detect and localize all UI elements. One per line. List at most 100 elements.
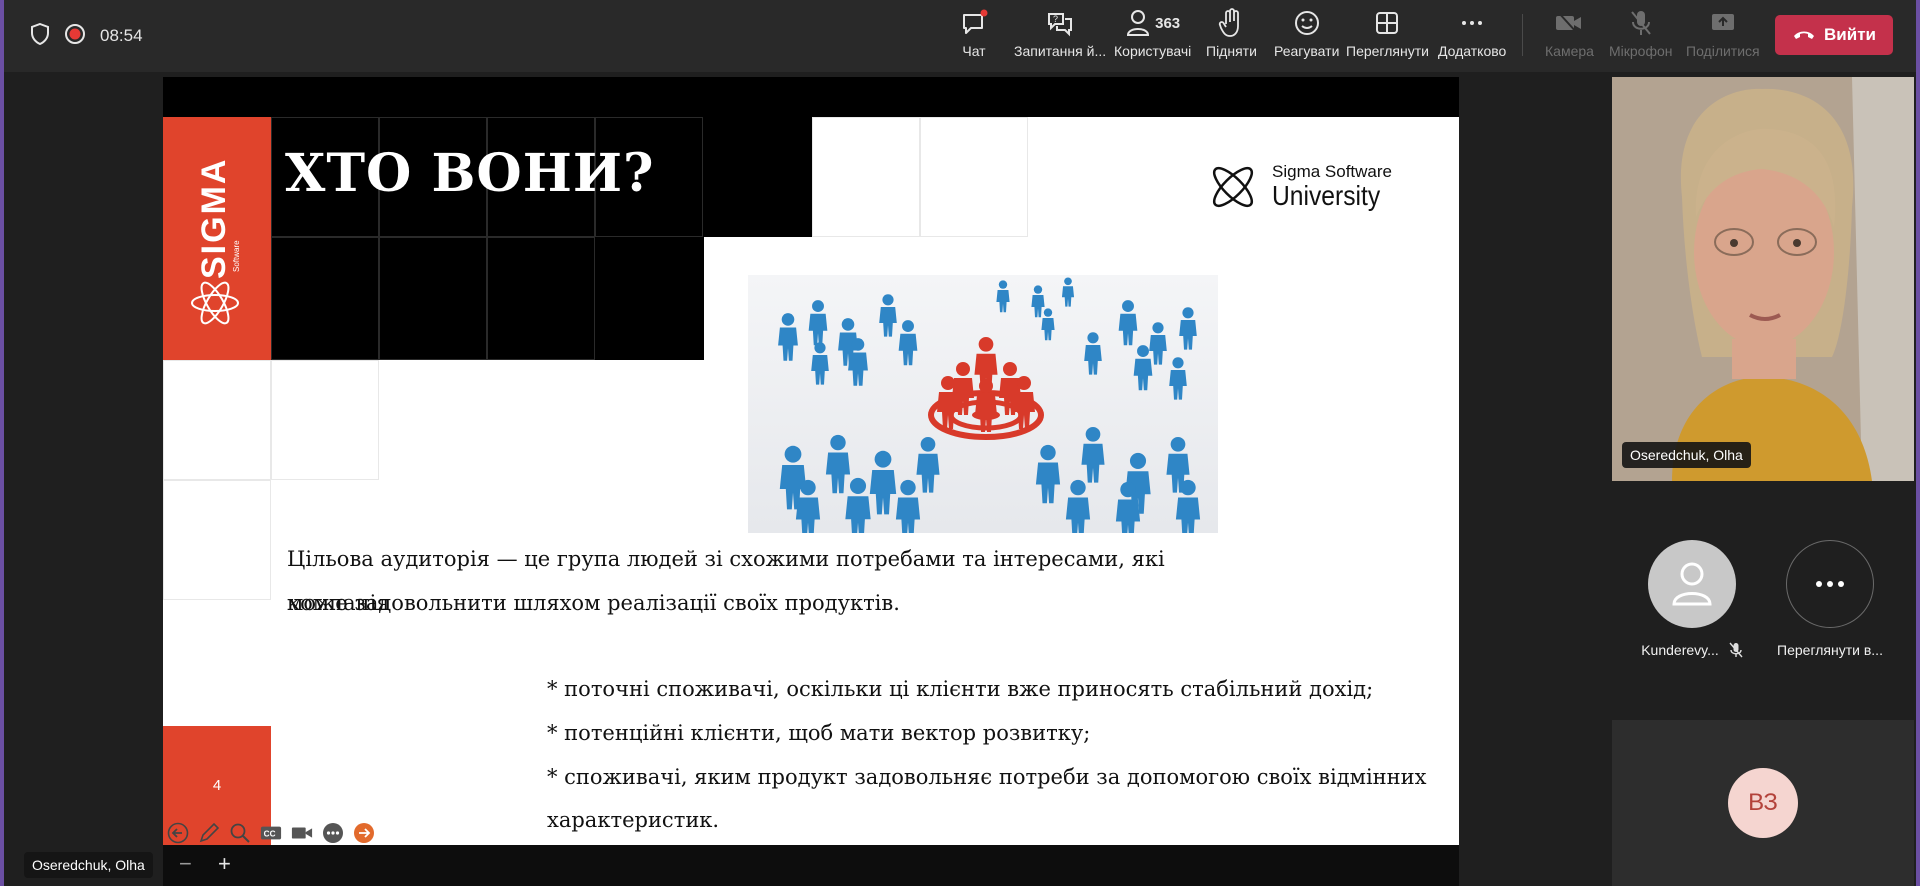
definition-line-2: може задовольнити шляхом реалізації свої…	[287, 591, 900, 615]
previous-slide-button[interactable]	[167, 822, 189, 844]
blue-person-figure	[895, 479, 921, 539]
presenter-name-tag: Oseredchuk, Olha	[24, 852, 153, 878]
camera-toggle-button[interactable]	[291, 822, 313, 844]
shared-screen-top-bar	[163, 77, 1459, 117]
more-circle-icon	[323, 823, 343, 843]
blue-person-figure	[1035, 444, 1061, 504]
share-button[interactable]: Поділитися	[1686, 6, 1760, 66]
bullet-3: * споживачі, яким продукт задовольняє по…	[547, 765, 1427, 789]
next-slide-button[interactable]	[353, 822, 375, 844]
more-options-button[interactable]	[322, 822, 344, 844]
phone-hangup-icon	[1794, 31, 1815, 39]
page-number: 4	[212, 777, 222, 794]
leave-button[interactable]: Вийти	[1775, 15, 1893, 55]
sigma-logo: SIGMA Software	[191, 158, 241, 325]
bullet-3-continued: характеристик.	[547, 808, 720, 832]
mic-muted-icon	[1729, 642, 1743, 658]
blue-person-figure	[1169, 357, 1187, 400]
university-logo: Sigma Software University	[1206, 160, 1395, 214]
share-icon	[1711, 14, 1734, 30]
svg-text:?: ?	[1053, 14, 1058, 24]
bullet-1: * поточні споживачі, оскільки ці клієнти…	[547, 677, 1374, 701]
participant-tile-1[interactable]: Kunderevy...	[1622, 540, 1762, 658]
chat-icon	[963, 9, 988, 34]
blue-person-figure	[1065, 479, 1091, 539]
more-button[interactable]: Додатково	[1438, 6, 1506, 66]
sigma-logo-panel: SIGMA Software	[163, 117, 271, 360]
smile-icon	[1294, 11, 1319, 35]
blue-person-figure	[898, 320, 918, 366]
view-button[interactable]: Переглянути	[1346, 6, 1429, 66]
meeting-toolbar: 08:54 Чат ? Запитання й... 363 Користува…	[4, 0, 1916, 72]
toolbar-divider	[1522, 14, 1523, 56]
zoom-in-button[interactable]: +	[218, 851, 231, 877]
zoom-out-button[interactable]: −	[179, 851, 192, 877]
blue-person-figure	[1041, 308, 1055, 341]
qa-icon: ?	[1048, 13, 1073, 37]
magnifier-icon	[230, 823, 250, 843]
blue-person-figure	[808, 300, 828, 346]
more-icon	[1462, 21, 1483, 25]
presentation-controls: CC	[163, 818, 375, 848]
blue-person-figure	[845, 477, 871, 539]
blue-person-figure	[1133, 345, 1153, 391]
bullet-2: * потенційні клієнти, щоб мати вектор ро…	[547, 721, 1091, 745]
camera-off-icon	[1556, 11, 1582, 35]
shared-screen-bottom-bar	[163, 845, 1459, 886]
meeting-status: 08:54	[30, 22, 143, 50]
people-icon	[1127, 10, 1150, 36]
slide-title: ХТО ВОНИ?	[285, 143, 655, 204]
zoom-button[interactable]	[229, 822, 251, 844]
pen-button[interactable]	[198, 822, 220, 844]
presenter-video-tile[interactable]: Oseredchuk, Olha	[1612, 77, 1914, 481]
atom-logo-icon	[1212, 166, 1254, 208]
react-button[interactable]: Реагувати	[1274, 6, 1339, 66]
captions-button[interactable]: CC	[260, 822, 282, 844]
blue-person-figure	[1081, 426, 1105, 483]
more-participants-button[interactable]	[1786, 540, 1874, 628]
blue-person-figure	[778, 313, 798, 361]
video-icon	[291, 827, 313, 839]
participant-initials-avatar: ВЗ	[1728, 768, 1798, 838]
qa-button[interactable]: ? Запитання й...	[1014, 6, 1106, 66]
blue-person-figure	[916, 436, 940, 493]
hand-icon	[1219, 8, 1240, 37]
presenter-video-image	[1612, 77, 1914, 481]
svg-text:CC: CC	[264, 830, 276, 839]
blue-person-figure	[1179, 307, 1197, 350]
blue-person-figure	[879, 294, 897, 337]
arrow-left-icon	[167, 822, 189, 844]
blue-person-figure	[1118, 300, 1138, 346]
blue-person-figure	[825, 434, 851, 494]
cc-icon: CC	[260, 826, 282, 840]
mic-off-icon	[1630, 11, 1651, 35]
blue-person-figure	[811, 342, 829, 385]
shield-icon[interactable]	[30, 22, 50, 49]
participant-name: Kunderevy...	[1641, 642, 1719, 658]
blue-person-figure	[869, 450, 897, 515]
camera-button[interactable]: Камера	[1545, 6, 1594, 66]
blue-person-figure	[996, 280, 1010, 313]
mic-button[interactable]: Мікрофон	[1609, 6, 1673, 66]
blue-person-figure	[1061, 277, 1075, 307]
chat-button[interactable]: Чат	[960, 6, 988, 66]
video-name-tag: Oseredchuk, Olha	[1622, 442, 1751, 468]
view-all-label: Переглянути в...	[1777, 642, 1883, 658]
recording-icon	[64, 23, 86, 49]
pen-icon	[199, 822, 220, 843]
avatar	[1648, 540, 1736, 628]
raise-hand-button[interactable]: Підняти	[1206, 6, 1257, 66]
blue-person-figure	[1084, 332, 1102, 375]
person-icon	[1672, 562, 1712, 606]
view-all-participants[interactable]: Переглянути в...	[1760, 540, 1900, 658]
svg-text:Software: Software	[232, 240, 241, 272]
people-button[interactable]: 363 Користувачі	[1114, 6, 1191, 66]
grid-icon	[1376, 12, 1399, 34]
meeting-timer: 08:54	[100, 26, 143, 45]
blue-person-figure	[1031, 285, 1045, 318]
more-icon	[1816, 581, 1844, 587]
blue-person-figure	[1149, 322, 1167, 365]
target-audience-illustration	[748, 275, 1218, 541]
presentation-slide: SIGMA Software ХТО ВОНИ? Sigma Software …	[163, 117, 1459, 845]
arrow-right-icon	[354, 823, 374, 843]
